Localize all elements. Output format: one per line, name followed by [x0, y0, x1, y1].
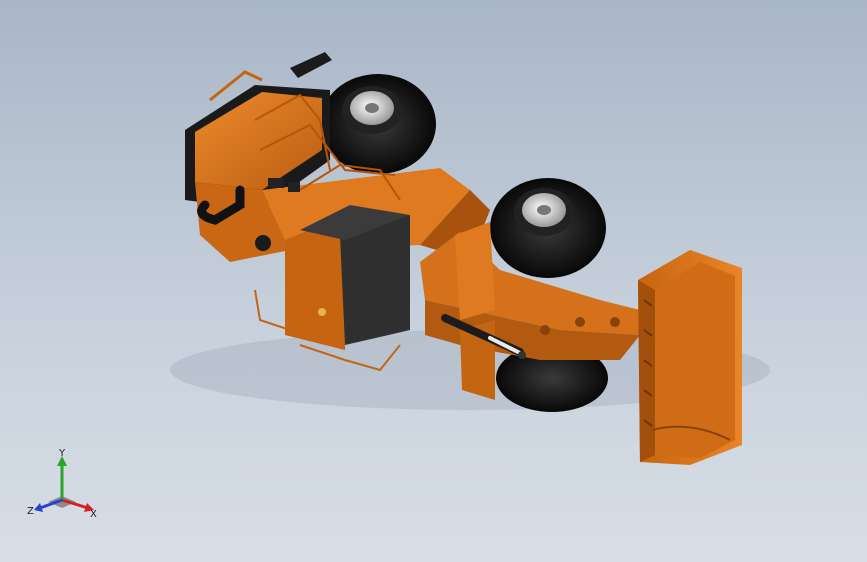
- coordinate-triad[interactable]: Y X Z: [26, 448, 106, 524]
- x-axis-label: X: [90, 509, 97, 520]
- y-axis-label: Y: [58, 448, 66, 459]
- z-axis-label: Z: [27, 506, 34, 517]
- 3d-viewport[interactable]: Y X Z: [0, 0, 867, 562]
- bucket: [638, 250, 742, 465]
- loader-3d-model[interactable]: [0, 0, 867, 562]
- front-tire-top: [490, 178, 606, 278]
